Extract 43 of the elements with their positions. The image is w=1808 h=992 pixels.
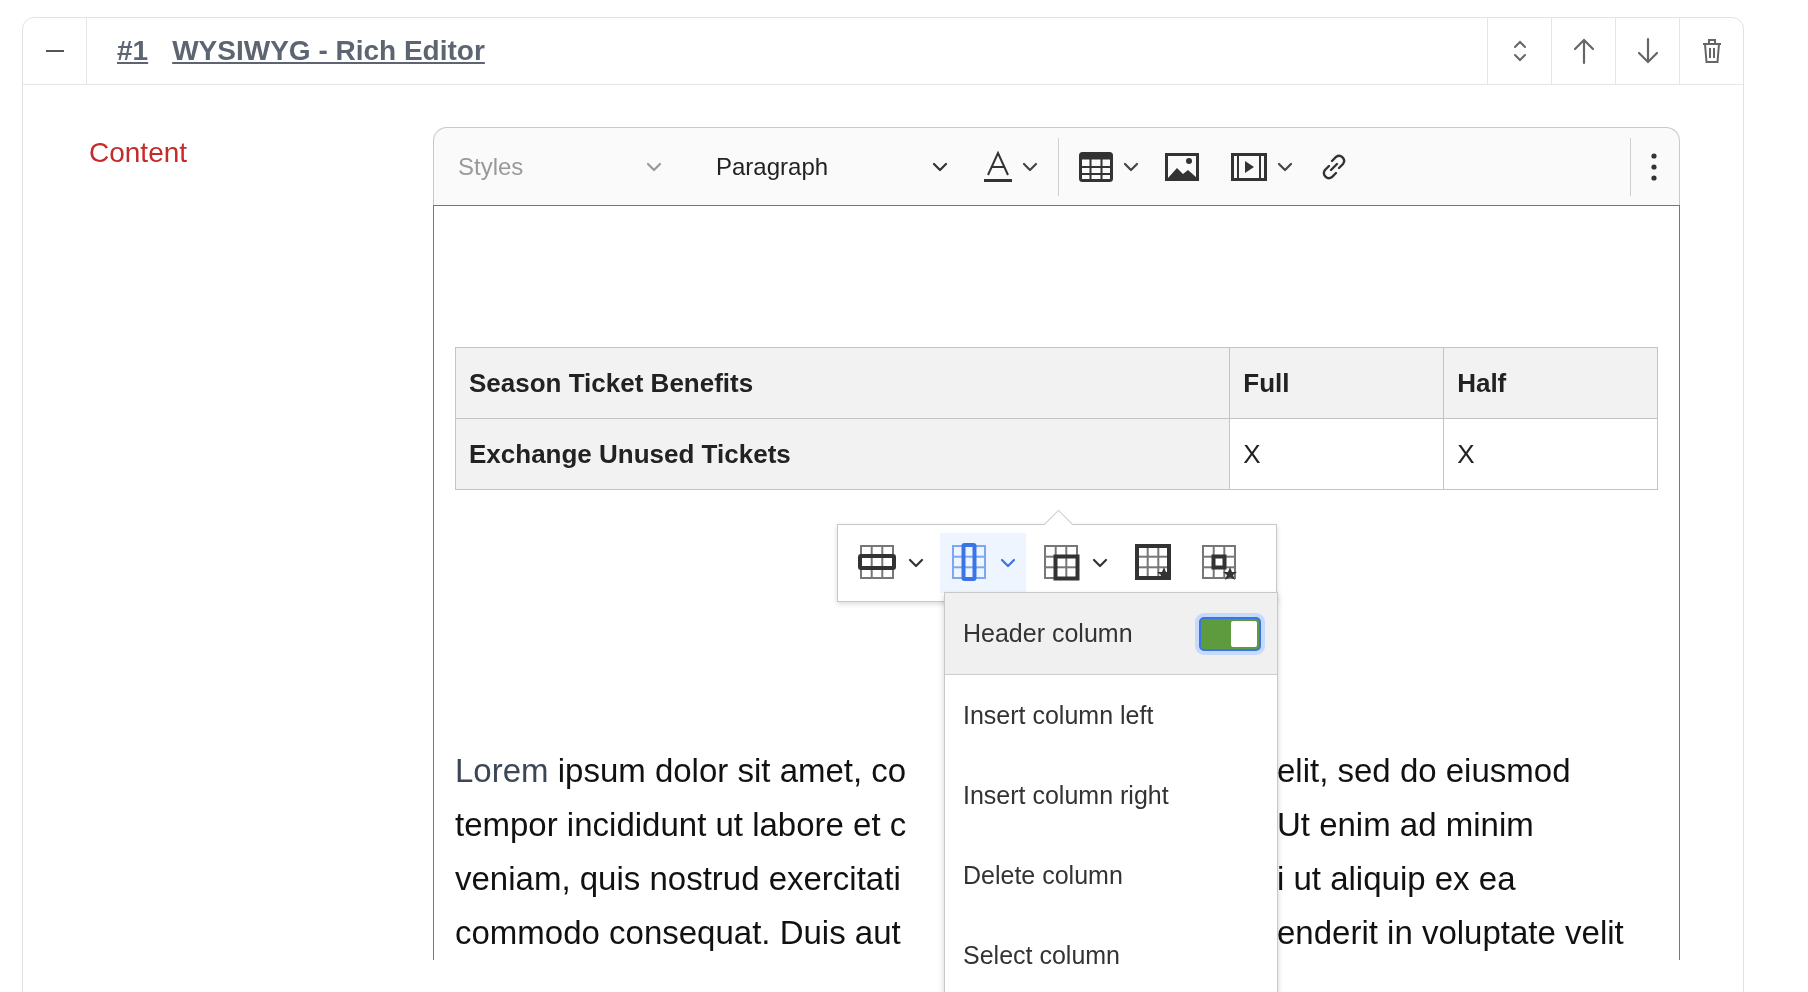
chevron-down-icon [1123,161,1139,172]
table-header-cell: Season Ticket Benefits [455,347,1230,419]
paragraph-text: elit, sed do eiusmod [1277,751,1572,791]
table-cell: X [1443,418,1658,490]
paragraph-text: Ut enim ad minim [1277,805,1535,845]
trash-icon [1700,38,1723,64]
chevron-down-icon [908,558,924,568]
paragraph-text: tempor incididunt ut labore et c [455,805,908,845]
table-cell: Exchange Unused Tickets [455,418,1230,490]
menu-item[interactable]: Delete column [945,835,1277,915]
paragraph-text: enderit in voluptate velit [1277,913,1625,953]
chevron-down-icon [932,161,948,172]
table-cell: X [1229,418,1444,490]
more-vertical-icon [1651,152,1657,181]
chevron-down-icon [1000,558,1016,568]
chevron-down-icon [1022,161,1038,172]
table-icon [1079,151,1113,182]
paragraph-text: i ut aliquip ex ea [1277,859,1517,899]
menu-item[interactable]: Header column [945,593,1277,675]
heading-dropdown[interactable]: Paragraph [700,138,962,195]
image-icon [1165,152,1199,181]
merge-cells-icon [1042,543,1082,583]
block-number-link[interactable]: #1 [117,35,149,67]
table-header-cell: Half [1443,347,1658,419]
minus-icon [45,49,64,53]
menu-item[interactable]: Select column [945,915,1277,992]
menu-item[interactable]: Insert column left [945,675,1277,755]
arrow-up-icon [1572,37,1595,65]
menu-item[interactable]: Insert column right [945,755,1277,835]
menu-item-label: Header column [963,619,1133,648]
chevron-down-icon [646,161,662,172]
paragraph-text: Lorem ipsum dolor sit amet, co [455,751,908,791]
paragraph-text: commodo consequat. Duis aut [455,913,902,953]
table-header-cell: Full [1229,347,1444,419]
chevron-down-icon [1277,161,1293,172]
paragraph-text: veniam, quis nostrud exercitati [455,859,902,899]
arrow-down-icon [1636,37,1659,65]
up-down-chevron-icon [1511,39,1528,63]
video-icon [1231,152,1267,181]
font-color-icon [984,150,1012,183]
field-label: Content [89,137,188,169]
block-title-link[interactable]: WYSIWYG - Rich Editor [172,35,485,67]
chevron-down-icon [1092,558,1108,568]
